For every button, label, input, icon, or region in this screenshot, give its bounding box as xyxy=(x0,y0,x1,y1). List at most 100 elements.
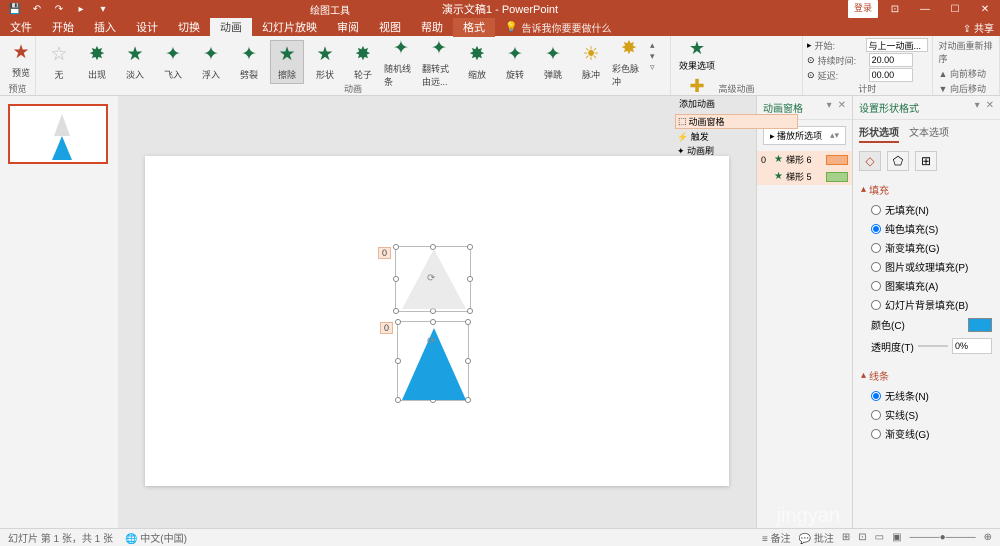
slide-canvas[interactable]: 0 ⟳ 0 ⟳ xyxy=(118,96,756,546)
anim-wheel[interactable]: ✸轮子 xyxy=(346,40,380,84)
anim-shape[interactable]: ★形状 xyxy=(308,40,342,84)
anim-rotate[interactable]: ✦旋转 xyxy=(498,40,532,84)
view-reading-icon[interactable]: ▭ xyxy=(875,532,884,543)
menu-help[interactable]: 帮助 xyxy=(411,17,453,37)
line-solid[interactable]: 实线(S) xyxy=(861,405,992,424)
maximize-icon[interactable]: ☐ xyxy=(940,0,970,18)
anim-wipe[interactable]: ★擦除 xyxy=(270,40,304,84)
anim-tag[interactable]: 0 xyxy=(378,247,391,259)
pane-dropdown-icon[interactable]: ▾ xyxy=(975,100,980,115)
tab-shape-options[interactable]: 形状选项 xyxy=(859,124,899,143)
menu-animation[interactable]: 动画 xyxy=(210,17,252,37)
anim-fade[interactable]: ★淡入 xyxy=(118,40,152,84)
anim-appear[interactable]: ✸出现 xyxy=(80,40,114,84)
fill-pattern[interactable]: 图案填充(A) xyxy=(861,276,992,295)
fill-gradient[interactable]: 渐变填充(G) xyxy=(861,238,992,257)
fill-section[interactable]: ▴ 填充 xyxy=(861,179,992,200)
anim-colorpulse[interactable]: ✸彩色脉冲 xyxy=(612,40,646,84)
animation-pane-button[interactable]: ⬚ 动画窗格 xyxy=(675,114,798,129)
shape-trapezoid-5[interactable]: 0 ⟳ xyxy=(397,321,469,401)
zoom-slider[interactable]: ———●——— xyxy=(910,532,976,543)
lang-indicator[interactable]: 🌐 中文(中国) xyxy=(125,530,187,545)
undo-icon[interactable]: ↶ xyxy=(30,2,44,16)
star-icon: ☆ xyxy=(50,43,67,66)
line-section[interactable]: ▴ 线条 xyxy=(861,365,992,386)
slide-counter: 幻灯片 第 1 张，共 1 张 xyxy=(8,530,113,545)
rotate-icon[interactable]: ⟳ xyxy=(427,336,435,347)
anim-flyin[interactable]: ✦飞入 xyxy=(156,40,190,84)
menu-transition[interactable]: 切换 xyxy=(168,17,210,37)
minimize-icon[interactable]: — xyxy=(910,0,940,18)
trigger-button[interactable]: ⚡ 触发 xyxy=(675,130,798,143)
slide-thumbnail-1[interactable] xyxy=(8,104,108,164)
fit-icon[interactable]: ⊕ xyxy=(984,532,992,543)
slide-1[interactable]: 0 ⟳ 0 ⟳ xyxy=(145,156,729,486)
slide-thumbnail-panel[interactable] xyxy=(0,96,118,546)
gallery-more-button[interactable]: ▴▾▿ xyxy=(650,40,664,73)
close-icon[interactable]: ✕ xyxy=(970,0,1000,18)
anim-bounce[interactable]: ✦弹跳 xyxy=(536,40,570,84)
star-icon: ★ xyxy=(278,43,295,66)
anim-list-item-2[interactable]: ★ 梯形 5 xyxy=(757,168,852,185)
ribbon-options-icon[interactable]: ⊡ xyxy=(880,0,910,18)
share-button[interactable]: ⇪ 共享 xyxy=(957,20,1000,35)
animation-gallery[interactable]: ☆无 ✸出现 ★淡入 ✦飞入 ✦浮入 ✦劈裂 ★擦除 ★形状 ✸轮子 ✦随机线条… xyxy=(40,38,666,86)
anim-split[interactable]: ✦劈裂 xyxy=(232,40,266,84)
tell-me-input[interactable]: 💡告诉我你要要做什么 xyxy=(505,20,611,35)
qat-more-icon[interactable]: ▾ xyxy=(96,2,110,16)
start-select[interactable] xyxy=(866,38,928,52)
watermark: jingyan xyxy=(777,505,840,528)
anim-tag[interactable]: 0 xyxy=(380,322,393,334)
notes-button[interactable]: ≡ 备注 xyxy=(762,530,791,545)
start-icon[interactable]: ▸ xyxy=(74,2,88,16)
transparency-slider[interactable] xyxy=(918,345,948,347)
star-icon: ✸ xyxy=(355,43,371,66)
pane-close-icon[interactable]: ✕ xyxy=(838,100,846,115)
anim-zoom[interactable]: ✸缩放 xyxy=(460,40,494,84)
line-none[interactable]: 无线条(N) xyxy=(861,386,992,405)
transparency-input[interactable] xyxy=(952,338,992,354)
effects-icon[interactable]: ⬠ xyxy=(887,151,909,171)
effect-options-button[interactable]: ★效果选项 xyxy=(675,38,719,72)
size-icon[interactable]: ⊞ xyxy=(915,151,937,171)
tab-text-options[interactable]: 文本选项 xyxy=(909,124,949,143)
anim-none[interactable]: ☆无 xyxy=(42,40,76,84)
menu-file[interactable]: 文件 xyxy=(0,17,42,37)
anim-float[interactable]: ✦浮入 xyxy=(194,40,228,84)
delay-input[interactable] xyxy=(869,68,913,82)
line-gradient[interactable]: 渐变线(G) xyxy=(861,424,992,443)
menu-format[interactable]: 格式 xyxy=(453,17,495,37)
rotate-icon[interactable]: ⟳ xyxy=(427,273,435,284)
menu-design[interactable]: 设计 xyxy=(126,17,168,37)
star-icon: ☀ xyxy=(582,43,599,66)
status-bar: 幻灯片 第 1 张，共 1 张 🌐 中文(中国) ≡ 备注 💬 批注 ⊞ ⊡ ▭… xyxy=(0,528,1000,546)
preview-button[interactable]: ★ 预览 xyxy=(4,38,38,82)
menu-home[interactable]: 开始 xyxy=(42,17,84,37)
view-slideshow-icon[interactable]: ▣ xyxy=(892,532,901,543)
pane-dropdown-icon[interactable]: ▾ xyxy=(827,100,832,115)
anim-pulse[interactable]: ☀脉冲 xyxy=(574,40,608,84)
color-picker[interactable] xyxy=(968,318,992,332)
menu-insert[interactable]: 插入 xyxy=(84,17,126,37)
fill-line-icon[interactable]: ◇ xyxy=(859,151,881,171)
move-forward-button[interactable]: ▲ 向前移动 xyxy=(937,66,995,81)
menu-review[interactable]: 审阅 xyxy=(327,17,369,37)
login-button[interactable]: 登录 xyxy=(848,0,878,18)
menu-view[interactable]: 视图 xyxy=(369,17,411,37)
move-backward-button[interactable]: ▼ 向后移动 xyxy=(937,81,995,96)
menu-slideshow[interactable]: 幻灯片放映 xyxy=(252,17,327,37)
anim-flip[interactable]: ✦翻转式由远... xyxy=(422,40,456,84)
fill-slidebg[interactable]: 幻灯片背景填充(B) xyxy=(861,295,992,314)
fill-solid[interactable]: 纯色填充(S) xyxy=(861,219,992,238)
save-icon[interactable]: 💾 xyxy=(8,2,22,16)
view-sorter-icon[interactable]: ⊡ xyxy=(858,532,866,543)
view-normal-icon[interactable]: ⊞ xyxy=(842,532,850,543)
duration-input[interactable] xyxy=(869,53,913,67)
fill-picture[interactable]: 图片或纹理填充(P) xyxy=(861,257,992,276)
fill-none[interactable]: 无填充(N) xyxy=(861,200,992,219)
redo-icon[interactable]: ↷ xyxy=(52,2,66,16)
pane-close-icon[interactable]: ✕ xyxy=(986,100,994,115)
shape-trapezoid-6[interactable]: 0 ⟳ xyxy=(395,246,471,312)
comments-button[interactable]: 💬 批注 xyxy=(799,530,834,545)
anim-random[interactable]: ✦随机线条 xyxy=(384,40,418,84)
